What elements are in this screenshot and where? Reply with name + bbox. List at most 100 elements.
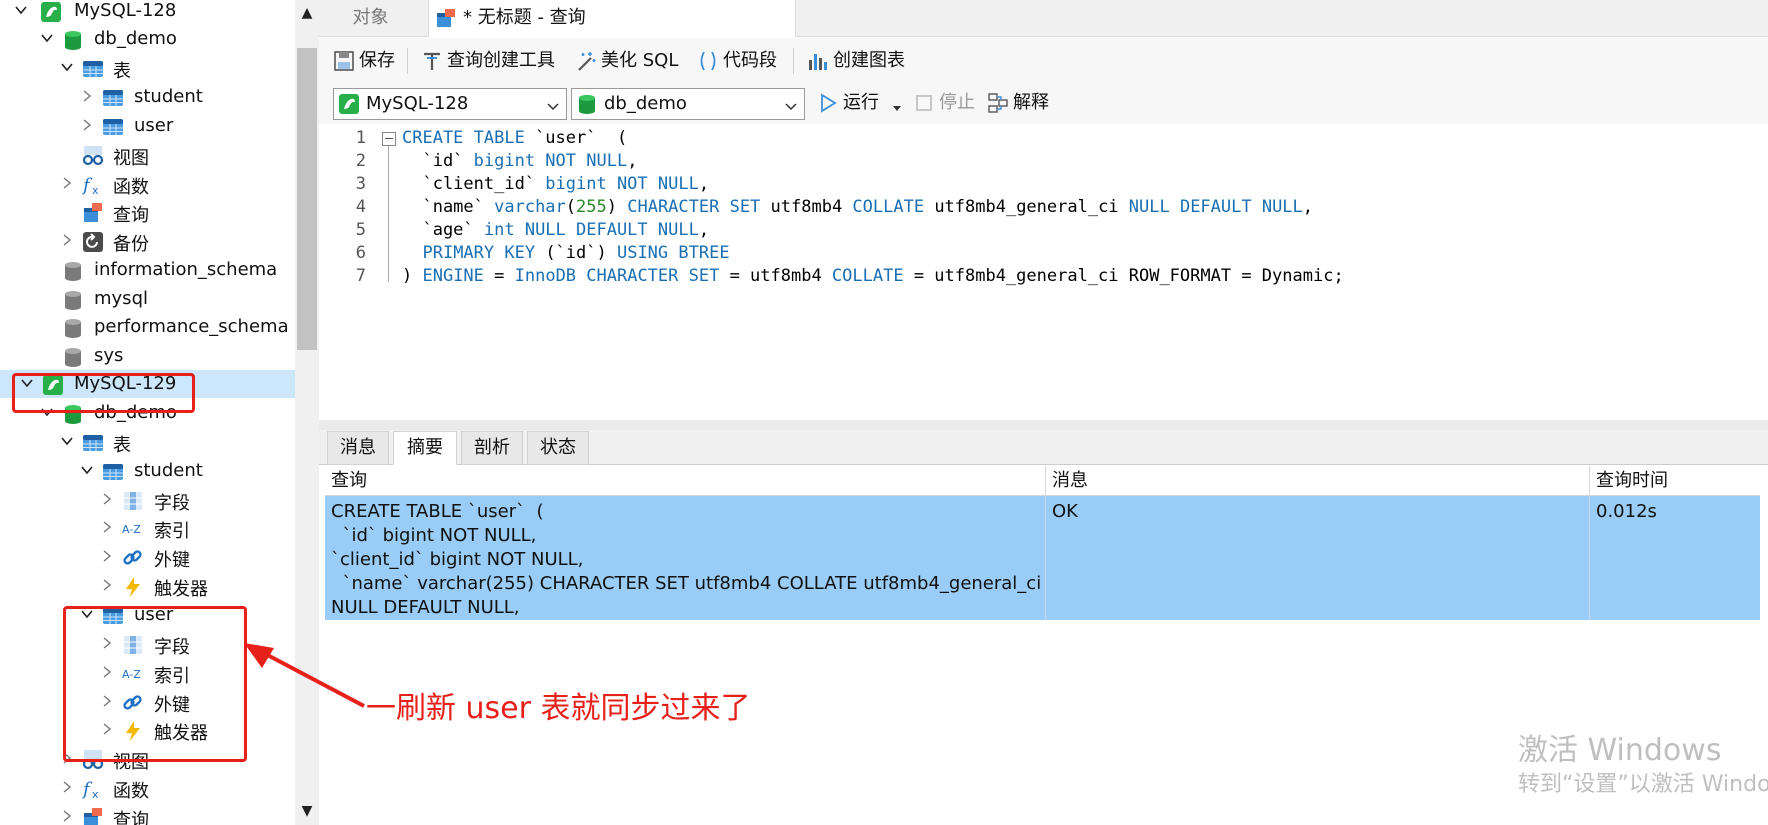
run-button[interactable]: 运行 xyxy=(817,90,879,116)
tab-summary[interactable]: 摘要 xyxy=(393,431,457,465)
tree-item[interactable]: 备份 xyxy=(0,227,295,255)
tables-icon xyxy=(82,58,104,80)
chevron-down-icon[interactable] xyxy=(80,463,94,477)
fold-collapse-icon[interactable] xyxy=(382,132,396,146)
chevron-right-icon[interactable] xyxy=(60,176,74,190)
tree-scroll-thumb[interactable] xyxy=(297,48,317,350)
tree-item[interactable]: sys xyxy=(0,342,295,370)
query-builder-button[interactable]: 查询创建工具 xyxy=(421,48,555,74)
chevron-right-icon[interactable] xyxy=(60,233,74,247)
line-number-gutter: 1 2 3 4 5 6 7 xyxy=(319,124,374,420)
scroll-up-icon[interactable]: ▲ xyxy=(297,2,317,24)
cell-message[interactable]: OK xyxy=(1046,496,1590,620)
annotation-arrow-icon xyxy=(244,643,365,708)
explain-button[interactable]: 解释 xyxy=(987,90,1049,116)
database-gray-icon xyxy=(62,346,84,368)
chevron-right-icon[interactable] xyxy=(100,492,114,506)
tree-item[interactable]: information_schema xyxy=(0,256,295,284)
chevron-right-icon[interactable] xyxy=(100,520,114,534)
chevron-down-icon[interactable] xyxy=(40,31,54,45)
editor-splitter[interactable] xyxy=(319,420,1768,430)
column-header-time[interactable]: 查询时间 xyxy=(1590,466,1760,496)
tables-icon xyxy=(82,432,104,454)
database-select[interactable]: db_demo xyxy=(571,88,805,120)
tree-item[interactable]: student xyxy=(0,83,295,111)
tree-item-label: student xyxy=(134,460,203,481)
tree-item[interactable]: f x 函数 xyxy=(0,170,295,198)
chevron-right-icon[interactable] xyxy=(60,809,74,823)
tree-item[interactable]: 视图 xyxy=(0,141,295,169)
create-chart-button[interactable]: 创建图表 xyxy=(807,48,905,74)
play-icon xyxy=(817,92,839,114)
tree-item-label: performance_schema xyxy=(94,316,289,337)
chevron-down-icon xyxy=(784,97,798,111)
chevron-down-icon[interactable] xyxy=(60,434,74,448)
tree-item-label: MySQL-128 xyxy=(74,0,177,21)
chevron-right-icon[interactable] xyxy=(100,578,114,592)
line-number: 2 xyxy=(355,151,366,171)
sql-code-line[interactable]: PRIMARY KEY (`id`) USING BTREE xyxy=(402,243,729,263)
tree-item[interactable]: db_demo xyxy=(0,25,295,53)
line-number: 3 xyxy=(355,174,366,194)
svg-text:A-Z: A-Z xyxy=(122,523,141,536)
chevron-right-icon[interactable] xyxy=(60,780,74,794)
tree-item[interactable]: 表 xyxy=(0,54,295,82)
database-gray-icon xyxy=(62,289,84,311)
code-snippet-label: 代码段 xyxy=(723,50,777,71)
sql-code-line[interactable]: `client_id` bigint NOT NULL, xyxy=(402,174,709,194)
beautify-sql-button[interactable]: 美化 SQL xyxy=(575,48,678,74)
views-icon xyxy=(82,145,104,167)
sql-code-line[interactable]: `id` bigint NOT NULL, xyxy=(402,151,637,171)
connection-select[interactable]: MySQL-128 xyxy=(333,88,567,120)
tree-item-label: 视图 xyxy=(113,148,149,169)
tree-item[interactable]: 触发器 xyxy=(0,572,295,600)
tab-profile[interactable]: 剖析 xyxy=(461,431,523,465)
tree-item[interactable]: 表 xyxy=(0,428,295,456)
tree-item[interactable]: MySQL-128 xyxy=(0,0,295,25)
tree-item[interactable]: f x 函数 xyxy=(0,774,295,802)
tree-item[interactable]: mysql xyxy=(0,285,295,313)
chevron-down-icon xyxy=(546,97,560,111)
sql-code-line[interactable]: ) ENGINE = InnoDB CHARACTER SET = utf8mb… xyxy=(402,266,1344,286)
tree-item[interactable]: performance_schema xyxy=(0,313,295,341)
tab-bar: 对象 * 无标题 - 查询 xyxy=(319,0,1768,37)
tab-untitled-query[interactable]: * 无标题 - 查询 xyxy=(428,0,796,37)
tree-item[interactable]: A-Z 索引 xyxy=(0,514,295,542)
stop-button[interactable]: 停止 xyxy=(913,90,975,116)
line-number: 4 xyxy=(355,197,366,217)
sql-code-line[interactable]: `age` int NULL DEFAULT NULL, xyxy=(402,220,709,240)
backup-icon xyxy=(82,231,104,253)
chevron-right-icon[interactable] xyxy=(100,549,114,563)
tree-item[interactable]: 字段 xyxy=(0,486,295,514)
chevron-down-icon[interactable] xyxy=(14,3,28,17)
query-builder-icon xyxy=(421,50,443,72)
sql-code-line[interactable]: CREATE TABLE `user` ( xyxy=(402,128,627,148)
cell-time[interactable]: 0.012s xyxy=(1590,496,1760,620)
column-header-message[interactable]: 消息 xyxy=(1046,466,1590,496)
tree-item-label: db_demo xyxy=(94,28,177,49)
tree-item[interactable]: 查询 xyxy=(0,803,295,825)
scroll-down-icon[interactable]: ▼ xyxy=(297,800,317,822)
tree-item[interactable]: student xyxy=(0,457,295,485)
save-button[interactable]: 保存 xyxy=(333,48,395,74)
chevron-down-icon[interactable] xyxy=(60,60,74,74)
run-dropdown-icon[interactable] xyxy=(891,98,903,111)
tree-item-label: student xyxy=(134,86,203,107)
database-icon xyxy=(62,29,84,51)
tree-item-label: 表 xyxy=(113,435,131,456)
sql-code-line[interactable]: `name` varchar(255) CHARACTER SET utf8mb… xyxy=(402,197,1313,217)
tree-item[interactable]: user xyxy=(0,112,295,140)
toolbar-divider xyxy=(793,48,794,74)
column-header-query[interactable]: 查询 xyxy=(325,466,1046,496)
tab-messages[interactable]: 消息 xyxy=(327,431,389,465)
code-snippet-button[interactable]: 代码段 xyxy=(697,48,777,74)
database-gray-icon xyxy=(62,260,84,282)
tab-status[interactable]: 状态 xyxy=(527,431,589,465)
foreign-key-icon xyxy=(122,547,144,569)
tree-item[interactable]: 外键 xyxy=(0,543,295,571)
tree-item[interactable]: 查询 xyxy=(0,198,295,226)
tab-objects[interactable]: 对象 xyxy=(319,0,422,36)
chevron-right-icon[interactable] xyxy=(80,118,94,132)
chevron-right-icon[interactable] xyxy=(80,89,94,103)
cell-query[interactable]: CREATE TABLE `user` ( `id` bigint NOT NU… xyxy=(325,496,1046,620)
